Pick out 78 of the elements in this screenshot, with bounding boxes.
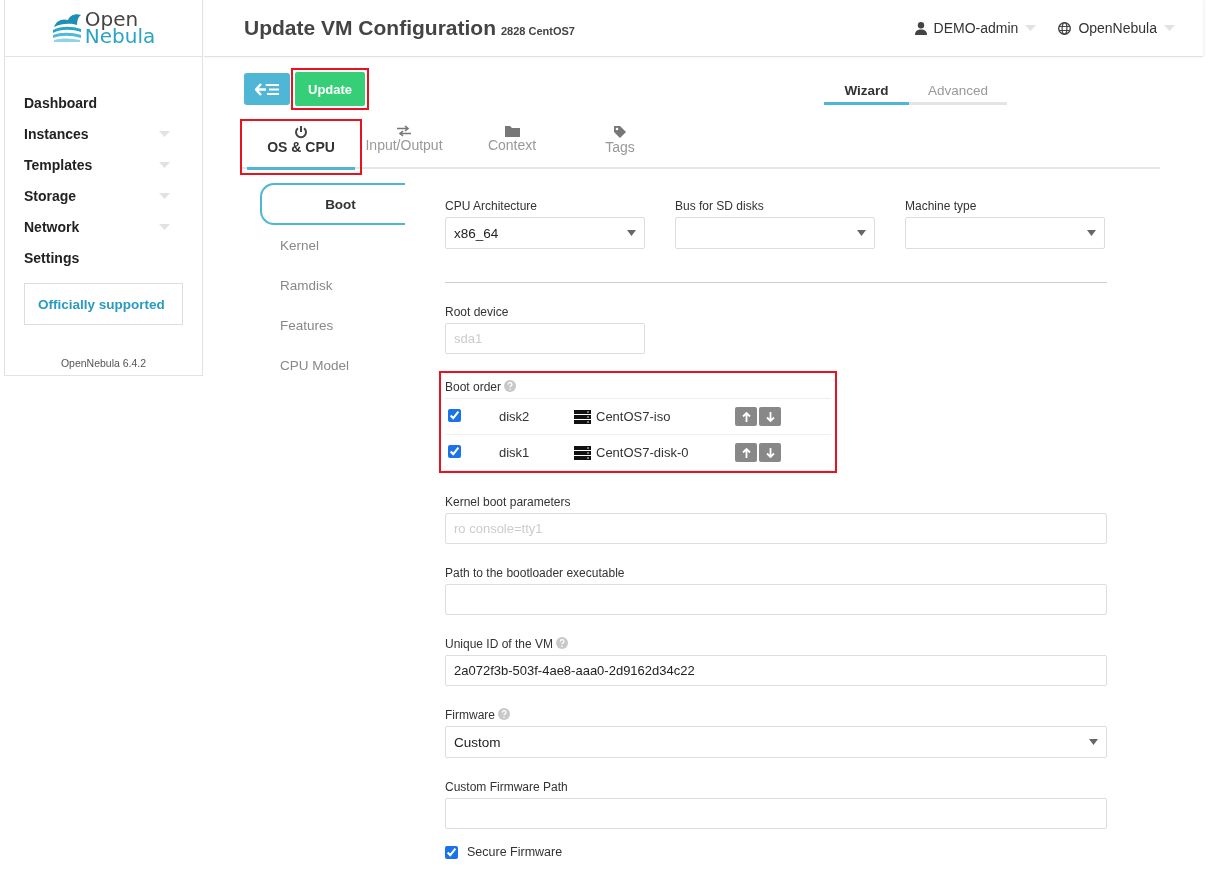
checkbox-label: Secure Firmware [467, 845, 563, 859]
subtab[interactable]: CPU Model [260, 345, 405, 385]
field-label: Path to the bootloader executable [445, 566, 625, 580]
input-field[interactable] [445, 584, 1107, 615]
zone-menu[interactable]: OpenNebula [1078, 20, 1157, 36]
swap-arrows-icon [396, 125, 412, 137]
server-icon [574, 445, 591, 460]
move-down-button[interactable] [759, 407, 781, 426]
caret-icon [1087, 230, 1096, 236]
vm-id: 2828 [501, 25, 526, 37]
logo-text: Nebula [84, 28, 156, 45]
arrow-down-icon [765, 411, 775, 422]
caret-icon [1089, 739, 1098, 745]
image-name: CentOS7-iso [596, 409, 671, 424]
globe-icon [1058, 21, 1072, 35]
field-label: Root device [445, 305, 509, 319]
sidebar-item[interactable]: Network [24, 211, 202, 242]
subtab[interactable]: Features [260, 305, 405, 345]
image-name: CentOS7-disk-0 [596, 445, 689, 460]
mode-tab[interactable]: Wizard [824, 83, 910, 105]
tag-icon [613, 125, 627, 139]
page-title: Update VM Configuration [244, 16, 496, 39]
subtab[interactable]: Boot [260, 183, 405, 225]
help-icon[interactable] [556, 637, 569, 649]
help-icon[interactable] [498, 708, 510, 720]
logo-text: Open [84, 11, 139, 28]
user-menu[interactable]: DEMO-admin [933, 20, 1019, 36]
subtab[interactable]: Kernel [260, 225, 405, 265]
field-label: Unique ID of the VM [445, 637, 554, 651]
user-icon [914, 21, 927, 35]
cloud-logo-icon [51, 13, 82, 43]
caret-icon [1164, 25, 1175, 31]
checkbox[interactable] [448, 408, 461, 422]
server-icon [574, 409, 591, 424]
sidebar-item[interactable]: Storage [24, 180, 202, 211]
field-label: Kernel boot parameters [445, 495, 571, 509]
caret-icon [857, 230, 866, 236]
sidebar-item[interactable]: Instances [24, 118, 202, 149]
caret-icon [159, 192, 170, 199]
field-label: Bus for SD disks [675, 199, 765, 213]
checkbox[interactable] [448, 444, 461, 458]
caret-icon [159, 161, 170, 168]
version-text: OpenNebula 6.4.2 [59, 357, 148, 369]
field-label: Boot order [445, 380, 502, 394]
select-field[interactable]: x86_64 [445, 217, 645, 249]
select-field[interactable]: Custom [445, 726, 1107, 758]
checkbox[interactable] [445, 845, 458, 859]
input-field[interactable]: 2a072f3b-503f-4ae8-aaa0-2d9162d34c22 [445, 655, 1107, 686]
move-down-button[interactable] [759, 443, 781, 462]
sidebar-item[interactable]: Settings [24, 242, 202, 273]
disk-name: disk1 [499, 445, 530, 460]
arrow-down-icon [765, 447, 775, 458]
field-label: Machine type [905, 199, 978, 213]
move-up-button[interactable] [735, 407, 757, 426]
subtab[interactable]: Ramdisk [260, 265, 405, 305]
move-up-button[interactable] [735, 443, 757, 462]
field-label: Firmware [445, 708, 495, 722]
field-label: CPU Architecture [445, 199, 539, 213]
arrow-up-icon [741, 447, 751, 458]
disk-name: disk2 [499, 409, 530, 424]
caret-icon [159, 130, 170, 137]
caret-icon [159, 223, 170, 230]
back-list-icon [255, 82, 279, 96]
power-icon [294, 125, 308, 139]
caret-icon [1025, 25, 1037, 31]
tab[interactable]: OS & CPU [247, 125, 355, 170]
vm-name: CentOS7 [528, 25, 575, 37]
help-icon[interactable] [504, 380, 517, 392]
select-field[interactable] [905, 217, 1105, 249]
sidebar-item[interactable]: Dashboard [24, 87, 202, 118]
caret-icon [627, 230, 636, 236]
folder-icon [504, 125, 520, 137]
back-button[interactable] [244, 73, 290, 105]
arrow-up-icon [741, 411, 751, 422]
input-field[interactable] [445, 798, 1107, 829]
select-field[interactable] [675, 217, 875, 249]
field-label: Custom Firmware Path [445, 780, 568, 794]
sidebar-item[interactable]: Templates [24, 149, 202, 180]
